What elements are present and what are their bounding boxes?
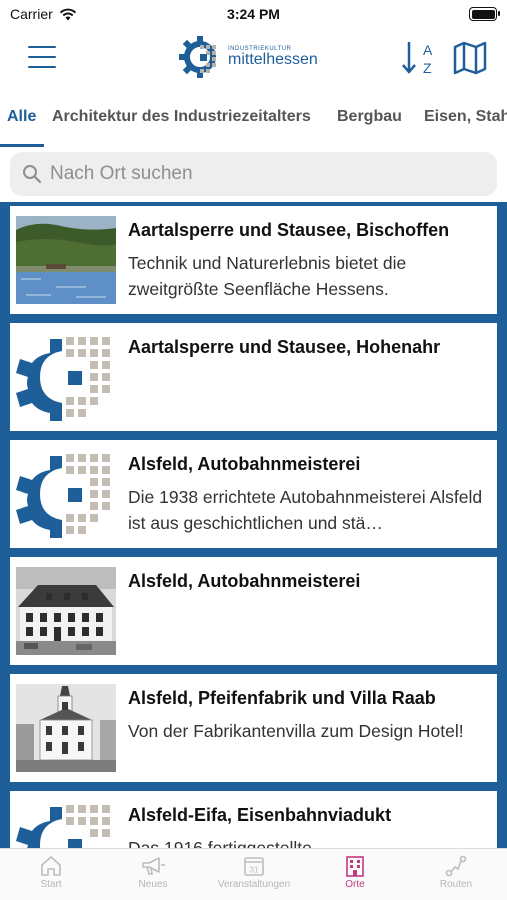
tab-architektur[interactable]: Architektur des Industriezeitalters [52,108,311,126]
sort-letter-z: Z [423,60,432,76]
place-title: Aartalsperre und Stausee, Hohenahr [128,337,441,357]
villa-photo [16,684,116,772]
place-description: Das 1916 fertiggestellte [128,838,312,848]
clock: 3:24 PM [227,6,280,22]
place-thumbnail [16,801,116,848]
place-description: Technik und Naturerlebnis bietet die zwe… [128,253,407,299]
app-logo: INDUSTRIEKULTUR mittelhessen [178,34,318,80]
lake-photo [16,216,116,304]
tab-routen[interactable]: Routen [416,855,496,890]
calendar-icon: 31 [244,857,264,876]
menu-button[interactable] [28,46,56,68]
tab-neues[interactable]: Neues [113,855,193,890]
tab-start[interactable]: Start [11,855,91,890]
place-title: Alsfeld, Autobahnmeisterei [128,571,361,591]
sort-button[interactable]: A Z [400,38,440,78]
placeholder-logo [16,454,110,538]
tab-neues-label: Neues [138,879,168,890]
list-item[interactable]: Aartalsperre und Stausee, Hohenahr [10,323,497,431]
sort-az-icon: A Z [402,42,433,76]
logo-title: mittelhessen [228,51,318,68]
tab-start-label: Start [40,879,62,890]
place-title: Aartalsperre und Stausee, Bischoffen [128,220,450,240]
list-item[interactable]: Alsfeld, Pfeifenfabrik und Villa Raab Vo… [10,674,497,782]
building-photo [16,567,116,655]
list-item[interactable]: Alsfeld, Autobahnmeisterei Die 1938 erri… [10,440,497,548]
place-thumbnail [16,216,116,304]
search-icon [23,165,42,184]
place-thumbnail [16,567,116,655]
list-item[interactable]: Alsfeld, Autobahnmeisterei [10,557,497,665]
search-bar[interactable] [10,152,497,196]
placeholder-logo [16,805,110,848]
megaphone-icon [142,857,165,875]
place-title: Alsfeld-Eifa, Eisenbahnviadukt [128,805,392,825]
map-icon [453,41,487,75]
category-tabs: Alle Architektur des Industriezeitalters… [0,100,507,148]
tab-orte-label: Orte [345,879,365,890]
sort-letter-a: A [423,42,433,58]
tab-veranstaltungen[interactable]: 31 Veranstaltungen [214,855,294,890]
tab-eisen-stahl[interactable]: Eisen, Stahl [424,108,507,126]
search-input[interactable] [50,163,470,185]
menu-icon [28,46,56,48]
place-title: Alsfeld, Autobahnmeisterei [128,454,361,474]
building-icon [346,856,364,877]
place-description: Von der Fabrikantenvilla zum Design Hote… [128,721,464,741]
place-thumbnail [16,333,116,421]
tab-alle[interactable]: Alle [7,108,36,126]
list-item[interactable]: Aartalsperre und Stausee, Bischoffen Tec… [10,206,497,314]
place-thumbnail [16,450,116,538]
home-icon [41,856,61,876]
places-list[interactable]: Aartalsperre und Stausee, Bischoffen Tec… [0,202,507,848]
status-bar: Carrier 3:24 PM [0,0,507,30]
place-title: Alsfeld, Pfeifenfabrik und Villa Raab [128,688,436,708]
navigation-bar: INDUSTRIEKULTUR mittelhessen A Z [0,30,507,90]
route-icon [445,855,467,877]
list-item[interactable]: Alsfeld-Eifa, Eisenbahnviadukt Das 1916 … [10,791,497,848]
map-button[interactable] [452,40,488,76]
gear-logo-icon [179,36,216,78]
tab-routen-label: Routen [439,879,473,890]
active-tab-indicator [0,144,44,147]
placeholder-logo [16,337,110,421]
battery-icon [469,7,500,21]
tab-orte[interactable]: Orte [315,855,395,890]
place-thumbnail [16,684,116,772]
calendar-day: 31 [250,866,259,875]
place-description: Die 1938 errichtete Autobahnmeisterei Al… [128,487,483,533]
tab-veranstaltungen-label: Veranstaltungen [217,879,291,890]
bottom-tab-bar: Start Neues 31 Veranstaltungen Orte Rout… [0,848,507,900]
tab-bergbau[interactable]: Bergbau [337,108,402,126]
